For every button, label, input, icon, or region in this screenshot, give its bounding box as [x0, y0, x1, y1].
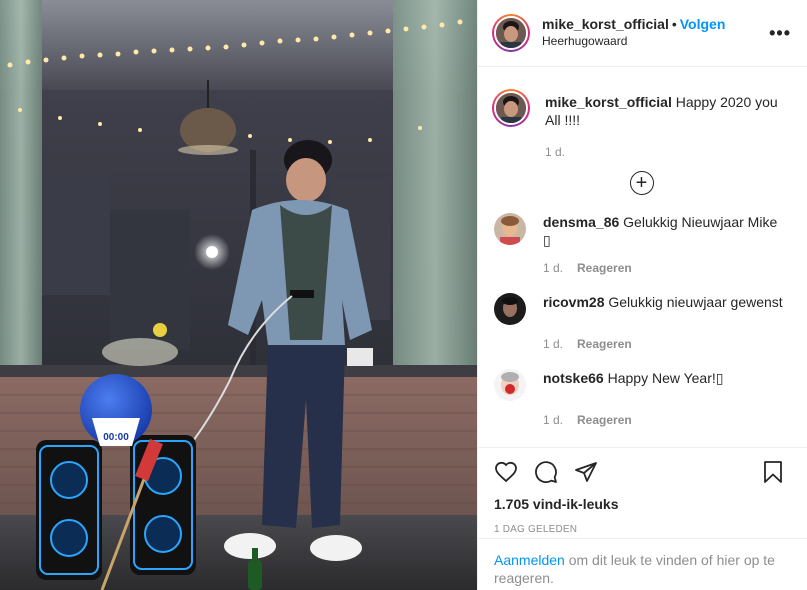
comment-username[interactable]: notske66: [543, 370, 604, 386]
follow-button[interactable]: Volgen: [680, 16, 726, 32]
instagram-post-view: 00:00 mike_korst_official • Volgen Heerh…: [0, 0, 807, 590]
post-side-panel: mike_korst_official • Volgen Heerhugowaard…: [477, 0, 807, 590]
heart-icon[interactable]: [494, 460, 518, 484]
separator-dot: •: [671, 16, 677, 32]
comment-row: ricovm28 Gelukkig nieuwjaar gewenst: [492, 293, 791, 325]
comment-text-block: notske66 Happy New Year!▯: [543, 369, 723, 387]
post-photo-image: 00:00: [0, 0, 477, 590]
header-text: mike_korst_official • Volgen Heerhugowaard: [542, 16, 769, 50]
post-header: mike_korst_official • Volgen Heerhugowaard…: [478, 0, 807, 67]
caption-text-block: mike_korst_official Happy 2020 you All !…: [545, 93, 791, 129]
comment-item: notske66 Happy New Year!▯ 1 d. Reageren: [492, 369, 791, 427]
comment-item: ricovm28 Gelukkig nieuwjaar gewenst 1 d.…: [492, 293, 791, 351]
load-more-comments: +: [492, 171, 791, 197]
comments-section: mike_korst_official Happy 2020 you All !…: [478, 67, 807, 427]
author-username[interactable]: mike_korst_official: [542, 16, 669, 32]
comment-meta: 1 d. Reageren: [543, 413, 791, 427]
author-avatar[interactable]: [492, 14, 530, 52]
comment-item: densma_86 Gelukkig Nieuwjaar Mike ▯ 1 d.…: [492, 213, 791, 275]
caption-username[interactable]: mike_korst_official: [545, 94, 672, 110]
comment-row: densma_86 Gelukkig Nieuwjaar Mike ▯: [492, 213, 791, 249]
caption-time[interactable]: 1 d.: [545, 145, 791, 159]
commenter-avatar-image: [494, 369, 526, 401]
comment-meta: 1 d. Reageren: [543, 261, 791, 275]
post-actions: 1.705 vind-ik-leuks 1 DAG GELEDEN: [478, 447, 807, 535]
comment-username[interactable]: ricovm28: [543, 294, 604, 310]
commenter-avatar[interactable]: [494, 213, 526, 245]
caption: mike_korst_official Happy 2020 you All !…: [492, 89, 791, 129]
comment-text: Gelukkig Nieuwjaar Mike: [623, 214, 778, 230]
likes-count[interactable]: 1.705 vind-ik-leuks: [494, 496, 791, 512]
commenter-avatar-image: [494, 293, 526, 325]
post-photo[interactable]: 00:00: [0, 0, 477, 590]
comment-text: Happy New Year!▯: [607, 370, 724, 386]
comment-text: Gelukkig nieuwjaar gewenst: [608, 294, 783, 310]
bookmark-icon[interactable]: [761, 460, 785, 484]
caption-avatar[interactable]: [492, 89, 530, 127]
comment-text-block: densma_86 Gelukkig Nieuwjaar Mike ▯: [543, 213, 777, 249]
reply-button[interactable]: Reageren: [577, 337, 632, 351]
commenter-avatar[interactable]: [494, 293, 526, 325]
comment-text-block: ricovm28 Gelukkig nieuwjaar gewenst: [543, 293, 783, 311]
comment-time[interactable]: 1 d.: [543, 337, 563, 351]
comment-row: notske66 Happy New Year!▯: [492, 369, 791, 401]
author-avatar-image: [496, 18, 526, 48]
balloon-text: 00:00: [103, 432, 129, 443]
comment-time[interactable]: 1 d.: [543, 413, 563, 427]
plus-circle-icon[interactable]: +: [629, 171, 654, 195]
login-prompt: Aanmelden om dit leuk te vinden of hier …: [478, 538, 807, 587]
more-options-icon[interactable]: •••: [769, 23, 791, 44]
reply-button[interactable]: Reageren: [577, 413, 632, 427]
comment-time[interactable]: 1 d.: [543, 261, 563, 275]
comment-username[interactable]: densma_86: [543, 214, 619, 230]
commenter-avatar-image: [494, 213, 526, 245]
location-link[interactable]: Heerhugowaard: [542, 33, 769, 50]
post-date[interactable]: 1 DAG GELEDEN: [494, 524, 791, 535]
login-link[interactable]: Aanmelden: [494, 552, 565, 568]
reply-button[interactable]: Reageren: [577, 261, 632, 275]
commenter-avatar[interactable]: [494, 369, 526, 401]
comment-meta: 1 d. Reageren: [543, 337, 791, 351]
send-icon[interactable]: [574, 460, 598, 484]
caption-avatar-image: [496, 93, 526, 123]
action-icons: [494, 458, 791, 486]
comment-emoji: ▯: [543, 232, 551, 248]
comment-icon[interactable]: [534, 460, 558, 484]
